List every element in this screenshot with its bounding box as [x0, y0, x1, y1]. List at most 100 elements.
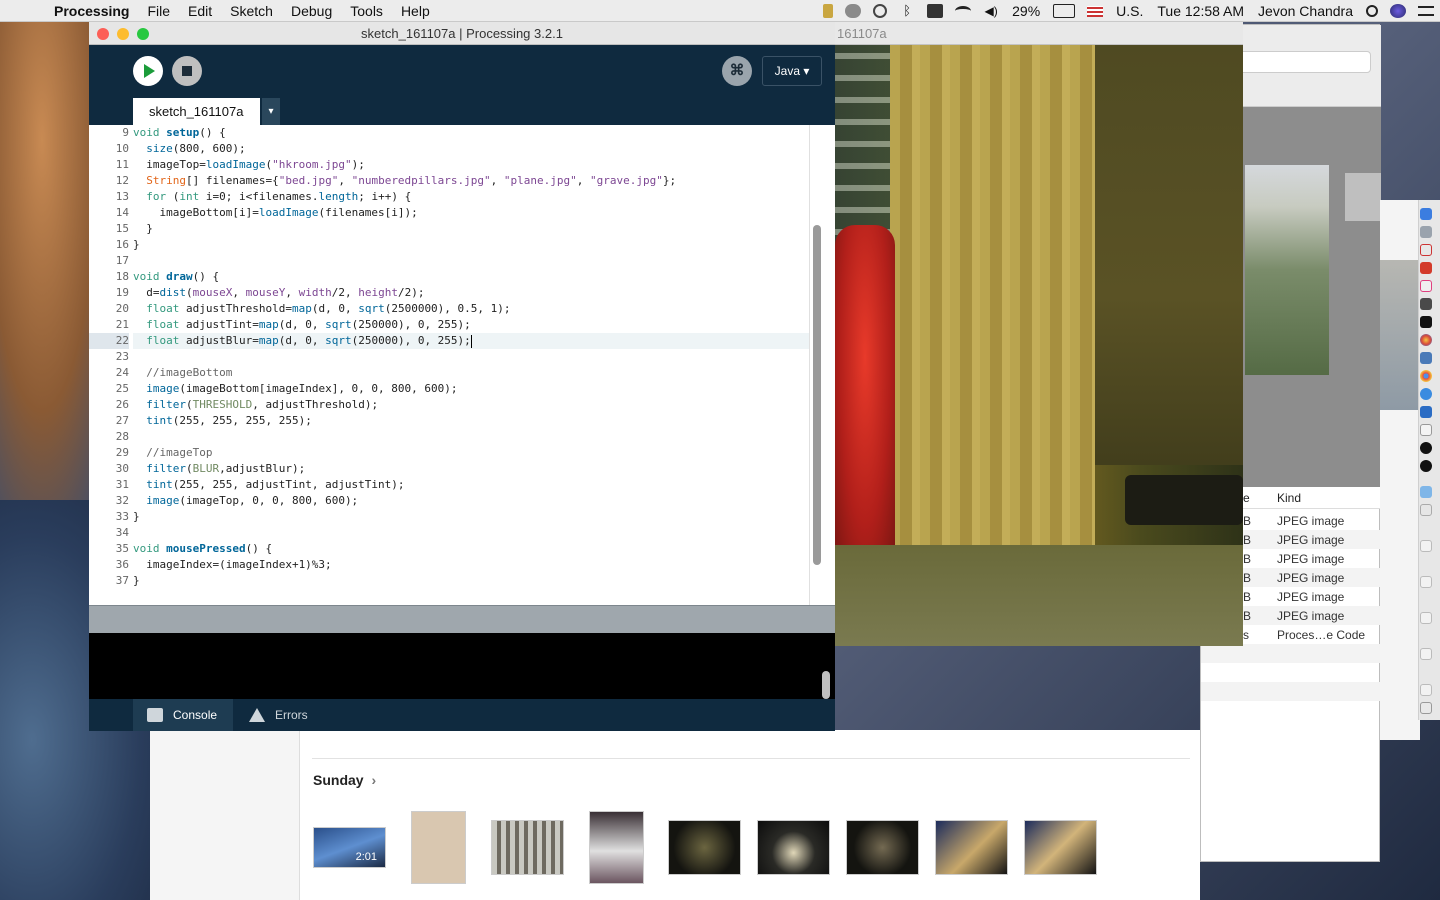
trash-icon[interactable]: [1420, 702, 1432, 714]
column-header-kind[interactable]: Kind: [1277, 491, 1301, 505]
display-icon[interactable]: [1420, 352, 1432, 364]
line-number: 27: [115, 414, 129, 427]
document-icon[interactable]: [1420, 684, 1432, 696]
file-kind: JPEG image: [1277, 571, 1345, 585]
quicktime-icon[interactable]: [1420, 460, 1432, 472]
ide-window-title: sketch_161107a | Processing 3.2.1: [361, 26, 563, 41]
stop-button[interactable]: [172, 56, 202, 86]
mode-selector[interactable]: Java ▾: [762, 56, 822, 86]
memory-icon[interactable]: [927, 4, 944, 18]
photos-day-header[interactable]: Sunday ›: [313, 772, 376, 788]
menu-edit[interactable]: Edit: [179, 3, 221, 19]
menu-user[interactable]: Jevon Chandra: [1251, 3, 1360, 19]
tab-errors[interactable]: Errors: [235, 699, 335, 731]
photo-thumbnail[interactable]: [846, 820, 919, 875]
console-scrollbar[interactable]: [822, 671, 830, 699]
finder-preview-image: [1245, 165, 1329, 375]
spotlight-search-icon[interactable]: [1366, 5, 1378, 17]
editor-scrollbar[interactable]: [809, 125, 823, 605]
input-source[interactable]: U.S.: [1109, 3, 1150, 19]
line-number: 28: [115, 430, 129, 443]
menu-tools[interactable]: Tools: [341, 3, 392, 19]
menu-sketch[interactable]: Sketch: [221, 3, 282, 19]
document-icon[interactable]: [1420, 648, 1432, 660]
file-kind: JPEG image: [1277, 514, 1345, 528]
photo-thumbnail[interactable]: [757, 820, 830, 875]
tab-menu-button[interactable]: ▾: [262, 98, 280, 125]
list-item: [1201, 663, 1381, 682]
sketch-window-title: 161107a: [837, 26, 887, 41]
time-machine-icon[interactable]: [873, 4, 888, 18]
safari-icon[interactable]: [1420, 388, 1432, 400]
video-duration: 2:01: [355, 851, 377, 863]
line-number: 24: [115, 366, 129, 379]
radio-device: [1125, 475, 1243, 525]
shield-icon[interactable]: [823, 4, 834, 18]
menu-help[interactable]: Help: [392, 3, 439, 19]
launchpad-icon[interactable]: [1420, 226, 1432, 238]
file-size: B: [1243, 552, 1252, 566]
photos-icon[interactable]: [1420, 334, 1432, 346]
battery-icon[interactable]: [1053, 4, 1076, 18]
notification-center-icon[interactable]: [1418, 6, 1434, 16]
line-number: 23: [115, 350, 129, 363]
line-number: 36: [115, 558, 129, 571]
document-icon[interactable]: [1420, 576, 1432, 588]
photo-thumbnail[interactable]: [491, 820, 564, 875]
line-number: 20: [115, 302, 129, 315]
sketch-canvas[interactable]: [835, 45, 1243, 646]
code-editor[interactable]: 9 10 11 12 13 14 15 16 17 18 19 20 21 22 23 24 25 26 27 28 2…: [89, 125, 835, 605]
line-number: 25: [115, 382, 129, 395]
console-output[interactable]: [89, 633, 835, 699]
photo-thumbnail[interactable]: 2:01: [313, 827, 386, 868]
document-icon[interactable]: [1420, 504, 1432, 516]
battery-percent[interactable]: 29%: [1005, 3, 1047, 19]
photo-thumbnail[interactable]: [935, 820, 1008, 875]
photo-thumbnail[interactable]: [668, 820, 741, 875]
app-store-icon[interactable]: [1420, 406, 1432, 418]
calendar-icon[interactable]: [1420, 244, 1432, 256]
menu-file[interactable]: File: [138, 3, 179, 19]
pdf-icon[interactable]: [1420, 262, 1432, 274]
code-line: void setup() {: [133, 126, 226, 139]
photo-thumbnail[interactable]: [1024, 820, 1097, 875]
code-area[interactable]: void setup() { size(800, 600); imageTop=…: [133, 125, 809, 605]
textedit-icon[interactable]: [1420, 424, 1432, 436]
us-flag-icon[interactable]: [1087, 5, 1104, 17]
tab-sketch[interactable]: sketch_161107a: [133, 98, 260, 125]
siri-icon[interactable]: [1390, 4, 1406, 18]
line-number: 31: [115, 478, 129, 491]
editor-status-bar[interactable]: [89, 605, 835, 633]
status-menus: ᛒ ◀) 29% U.S. Tue 12:58 AM Jevon Chandra: [817, 0, 1440, 22]
menu-clock[interactable]: Tue 12:58 AM: [1150, 3, 1251, 19]
chevron-right-icon: ›: [371, 772, 377, 788]
editor-scrollbar-thumb[interactable]: [813, 225, 821, 565]
column-header-size[interactable]: e: [1243, 491, 1250, 505]
red-garment: [835, 225, 895, 555]
tab-errors-label: Errors: [275, 708, 308, 722]
code-line: imageTop=loadImage("hkroom.jpg");: [133, 158, 365, 171]
code-line: for (int i=0; i<filenames.length; i++) {: [146, 190, 412, 203]
terminal-icon[interactable]: [1420, 316, 1432, 328]
wifi-icon[interactable]: [955, 6, 972, 16]
document-icon[interactable]: [1420, 540, 1432, 552]
bluetooth-icon[interactable]: ᛒ: [899, 4, 915, 18]
photo-thumbnail[interactable]: [411, 811, 466, 884]
file-kind: JPEG image: [1277, 552, 1345, 566]
folder-icon[interactable]: [1420, 486, 1432, 498]
menu-app-name[interactable]: Processing: [44, 3, 138, 19]
menu-debug[interactable]: Debug: [282, 3, 341, 19]
code-line-current: float adjustBlur=map(d, 0, sqrt(250000),…: [133, 333, 809, 349]
chrome-icon[interactable]: [1420, 370, 1432, 382]
photo-thumbnail[interactable]: [589, 811, 644, 884]
camera-icon[interactable]: [1420, 298, 1432, 310]
itunes-icon[interactable]: [1420, 280, 1432, 292]
processing-icon[interactable]: [1420, 442, 1432, 454]
debug-button[interactable]: ⌘: [722, 56, 752, 86]
volume-icon[interactable]: ◀): [983, 4, 999, 18]
run-button[interactable]: [133, 56, 163, 86]
document-icon[interactable]: [1420, 612, 1432, 624]
finder-icon[interactable]: [1420, 208, 1432, 220]
cloud-sync-icon[interactable]: [845, 4, 862, 18]
tab-console[interactable]: Console: [133, 699, 233, 731]
